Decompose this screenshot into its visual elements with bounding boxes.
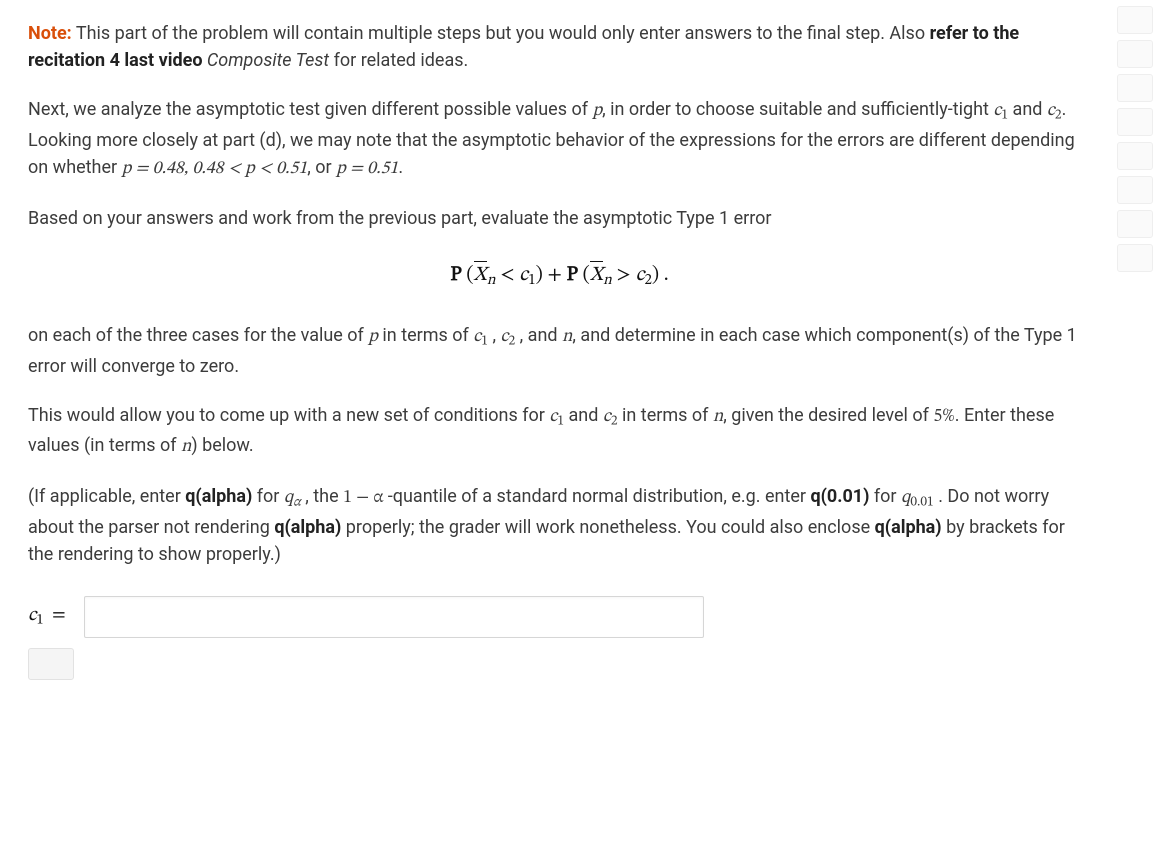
math-Xbar: X — [474, 265, 487, 285]
math-range: p = 0.48, 0.48 < p < 0.51 — [122, 160, 308, 178]
text: , the — [301, 486, 343, 507]
qalpha-literal: q(alpha) — [875, 517, 942, 538]
text: , in order to choose suitable and suffic… — [602, 99, 993, 120]
math-n: n — [562, 328, 572, 346]
math-lt: < — [495, 265, 519, 285]
intro-paragraph: Next, we analyze the asymptotic test giv… — [28, 96, 1091, 183]
cases-paragraph: on each of the three cases for the value… — [28, 322, 1091, 380]
text: properly; the grader will work nonethele… — [341, 517, 874, 538]
math-c2-sub: 2 — [1055, 109, 1062, 122]
type1-error-formula: P (Xn < c1) + P (Xn > c2) . — [28, 260, 1091, 292]
rail-item — [1117, 244, 1153, 272]
math-pct: 5% — [933, 408, 954, 426]
rail-item — [1117, 176, 1153, 204]
math-range2: p = 0.51 — [336, 160, 398, 178]
math-c: c — [519, 265, 528, 285]
math-lparen: ( — [462, 265, 474, 285]
math-c2-sub: 2 — [644, 272, 651, 287]
rail-item — [1117, 6, 1153, 34]
text: in terms of — [618, 405, 713, 426]
math-lparen: ( — [578, 265, 590, 285]
text: in terms of — [378, 325, 473, 346]
conditions-paragraph: This would allow you to come up with a n… — [28, 402, 1091, 462]
note-label: Note: — [28, 23, 72, 44]
qalpha-literal: q(alpha) — [185, 486, 252, 507]
math-sub: 1 — [36, 613, 43, 627]
text: (If applicable, enter — [28, 486, 185, 507]
math-c1-sub: 1 — [528, 272, 535, 287]
text: , — [488, 325, 500, 346]
math-rparen: ) . — [652, 265, 669, 285]
text: on each of the three cases for the value… — [28, 325, 368, 346]
math-gt: > — [612, 265, 636, 285]
equals-sign: = — [52, 606, 66, 625]
rail-item — [1117, 40, 1153, 68]
note-paragraph: Note: This part of the problem will cont… — [28, 20, 1091, 74]
math-n: n — [713, 408, 723, 426]
math-n-sub: n — [603, 272, 612, 287]
text: ) below. — [191, 435, 253, 456]
math-c: c — [603, 408, 611, 426]
rail-item — [1117, 210, 1153, 238]
text: -quantile of a standard normal distribut… — [388, 486, 811, 507]
math-p: p — [368, 328, 378, 346]
text: for — [869, 486, 901, 507]
text: for — [252, 486, 284, 507]
text: This would allow you to come up with a n… — [28, 405, 549, 426]
text: , or — [307, 157, 336, 178]
note-italic-ref: Composite Test — [203, 50, 330, 71]
math-rparen: ) — [536, 265, 548, 285]
math-P: P — [450, 265, 461, 285]
c1-input[interactable] — [84, 596, 704, 638]
math-q: q — [284, 489, 293, 507]
text: , given the desired level of — [723, 405, 933, 426]
math-Xbar: X — [590, 265, 603, 285]
math-c2: c — [1047, 102, 1055, 120]
text: . — [398, 157, 403, 178]
rail-item — [1117, 108, 1153, 136]
rail-item — [1117, 142, 1153, 170]
note-body-a: This part of the problem will contain mu… — [72, 23, 930, 44]
preview-chip — [28, 648, 74, 680]
math-n: n — [181, 438, 191, 456]
q001-literal: q(0.01) — [810, 486, 869, 507]
math-sub: 2 — [611, 415, 618, 428]
answer-row-c1: c1 = — [28, 596, 1091, 638]
hint-paragraph: (If applicable, enter q(alpha) for qα , … — [28, 483, 1091, 568]
math-one-minus-alpha: 1 − α — [343, 489, 388, 507]
math-p: p — [592, 102, 602, 120]
math-P: P — [567, 265, 578, 285]
note-body-b: for related ideas. — [329, 50, 468, 71]
math-plus: + — [547, 265, 566, 285]
right-sidebar — [1111, 0, 1159, 856]
math-c: c — [500, 328, 508, 346]
qalpha-literal: q(alpha) — [274, 517, 341, 538]
text: , and — [515, 325, 562, 346]
rail-item — [1117, 74, 1153, 102]
answer-label-c1: c1 = — [28, 602, 66, 632]
text: and — [564, 405, 603, 426]
text: and — [1008, 99, 1047, 120]
math-sub-001: 0.01 — [910, 497, 933, 510]
math-q: q — [901, 489, 910, 507]
math-sub: 1 — [481, 335, 488, 348]
text: Next, we analyze the asymptotic test giv… — [28, 99, 592, 120]
prompt-paragraph: Based on your answers and work from the … — [28, 205, 1091, 232]
math-alpha-sub: α — [293, 497, 301, 510]
